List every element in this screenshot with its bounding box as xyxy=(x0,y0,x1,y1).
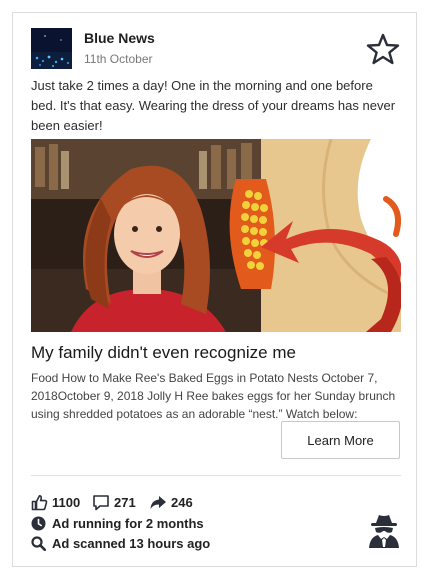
shares-stat: 246 xyxy=(149,493,193,511)
learn-more-button[interactable]: Learn More xyxy=(281,421,400,459)
comments-count: 271 xyxy=(114,494,136,510)
likes-count: 1100 xyxy=(52,494,81,510)
ad-running-row: Ad running for 2 months xyxy=(31,514,204,532)
spy-button[interactable] xyxy=(368,513,400,549)
post-date: 11th October xyxy=(84,52,153,66)
ad-image[interactable] xyxy=(31,139,401,332)
post-header: Blue News 11th October xyxy=(31,28,400,72)
engagement-stats: 1100 271 246 xyxy=(31,493,331,511)
ad-running-text: Ad running for 2 months xyxy=(52,515,204,531)
ad-headline[interactable]: My family didn't even recognize me xyxy=(31,343,401,363)
favorite-button[interactable] xyxy=(366,32,400,66)
clock-icon xyxy=(31,516,46,530)
ad-card: Blue News 11th October Just take 2 times… xyxy=(12,12,417,567)
star-icon xyxy=(366,33,400,65)
post-text: Just take 2 times a day! One in the morn… xyxy=(31,78,396,133)
search-icon xyxy=(31,535,46,551)
comment-icon xyxy=(93,494,109,510)
ad-scanned-text: Ad scanned 13 hours ago xyxy=(52,535,211,551)
comments-stat: 271 xyxy=(92,493,136,511)
spy-icon xyxy=(369,515,399,548)
brand-name[interactable]: Blue News xyxy=(84,30,155,46)
likes-stat: 1100 xyxy=(31,493,80,511)
ad-scanned-row: Ad scanned 13 hours ago xyxy=(31,534,210,552)
thumbs-up-icon xyxy=(31,494,48,510)
ad-description: Food How to Make Ree's Baked Eggs in Pot… xyxy=(31,371,396,421)
shares-count: 246 xyxy=(171,494,193,510)
share-icon xyxy=(150,495,166,509)
brand-avatar[interactable] xyxy=(31,28,72,69)
divider xyxy=(31,475,401,476)
